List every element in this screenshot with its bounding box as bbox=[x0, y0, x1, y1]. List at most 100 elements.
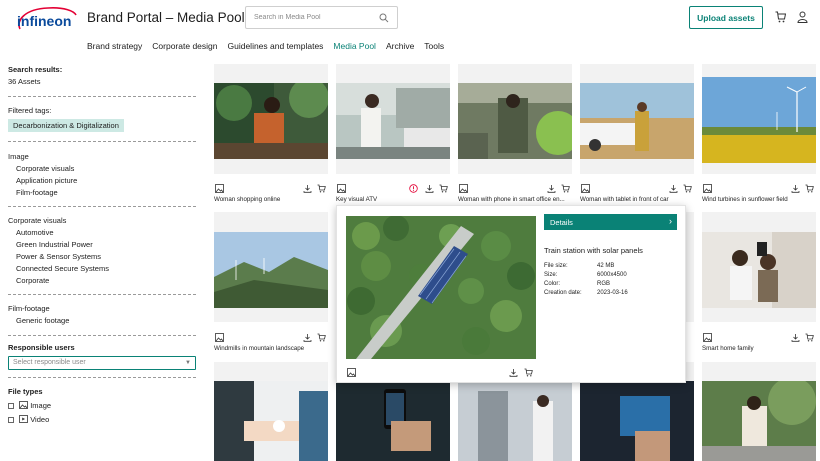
details-button[interactable]: Details › bbox=[544, 214, 677, 230]
search-box[interactable] bbox=[245, 6, 398, 29]
asset-caption: Smart home family bbox=[702, 345, 754, 352]
cart-icon[interactable] bbox=[317, 333, 326, 342]
cart-icon[interactable] bbox=[805, 184, 814, 193]
download-icon[interactable] bbox=[509, 368, 518, 377]
asset-caption: Woman with tablet in front of car bbox=[580, 196, 669, 203]
responsible-user-placeholder: Select responsible user bbox=[13, 359, 86, 366]
asset-thumbnail[interactable] bbox=[580, 381, 694, 461]
nav-corporate-design[interactable]: Corporate design bbox=[152, 41, 217, 51]
filter-connected-secure-systems[interactable]: Connected Secure Systems bbox=[16, 264, 109, 273]
active-tag[interactable]: Decarbonization & Digitalization bbox=[8, 119, 124, 132]
warning-icon[interactable] bbox=[409, 184, 418, 193]
asset-thumbnail[interactable] bbox=[458, 83, 572, 159]
image-icon bbox=[19, 401, 28, 409]
nav-tools[interactable]: Tools bbox=[424, 41, 444, 51]
asset-title: Train station with solar panels bbox=[544, 246, 643, 255]
filter-corporate-visuals[interactable]: Corporate visuals bbox=[16, 164, 74, 173]
filter-image-heading[interactable]: Image bbox=[8, 152, 29, 161]
meta-value: 2023-03-16 bbox=[597, 290, 628, 296]
asset-thumbnail[interactable] bbox=[214, 381, 328, 461]
meta-value: 42 MB bbox=[597, 263, 615, 269]
nav-brand-strategy[interactable]: Brand strategy bbox=[87, 41, 142, 51]
asset-preview-image[interactable] bbox=[346, 216, 536, 359]
main-nav: Brand strategy Corporate design Guidelin… bbox=[87, 41, 454, 51]
cart-icon[interactable] bbox=[805, 333, 814, 342]
cart-icon[interactable] bbox=[317, 184, 326, 193]
asset-caption: Key visual ATV bbox=[336, 196, 378, 203]
upload-assets-button[interactable]: Upload assets bbox=[689, 6, 763, 29]
details-label: Details bbox=[550, 217, 573, 227]
image-icon bbox=[703, 333, 712, 342]
assets-count: 36 Assets bbox=[8, 77, 41, 86]
cart-icon[interactable] bbox=[775, 11, 786, 23]
video-icon bbox=[19, 415, 28, 423]
file-type-video-label: Video bbox=[30, 415, 50, 424]
responsible-user-select[interactable]: Select responsible user ▼ bbox=[8, 356, 196, 370]
image-icon bbox=[581, 184, 590, 193]
filter-green-industrial-power[interactable]: Green Industrial Power bbox=[16, 240, 93, 249]
page-title: Brand Portal – Media Pool bbox=[87, 10, 245, 25]
image-checkbox[interactable] bbox=[8, 403, 14, 409]
filter-corporate[interactable]: Corporate bbox=[16, 276, 49, 285]
video-checkbox[interactable] bbox=[8, 417, 14, 423]
asset-thumbnail[interactable] bbox=[702, 381, 816, 461]
image-icon bbox=[459, 184, 468, 193]
download-icon[interactable] bbox=[547, 184, 556, 193]
cart-icon[interactable] bbox=[524, 368, 533, 377]
image-icon bbox=[703, 184, 712, 193]
asset-thumbnail[interactable] bbox=[214, 83, 328, 159]
search-icon[interactable] bbox=[379, 13, 389, 23]
file-type-image[interactable]: Image bbox=[8, 401, 51, 410]
image-icon bbox=[337, 184, 346, 193]
file-type-image-label: Image bbox=[30, 401, 52, 410]
filter-automotive[interactable]: Automotive bbox=[16, 228, 54, 237]
asset-thumbnail[interactable] bbox=[458, 381, 572, 461]
image-icon bbox=[347, 368, 356, 377]
asset-caption: Wind turbines in sunflower field bbox=[702, 196, 788, 203]
file-types-label: File types bbox=[8, 387, 43, 396]
asset-thumbnail[interactable] bbox=[580, 83, 694, 159]
infineon-logo[interactable]: infineon bbox=[14, 5, 78, 33]
filter-power-sensor-systems[interactable]: Power & Sensor Systems bbox=[16, 252, 101, 261]
logo-wordmark: infineon bbox=[17, 13, 71, 29]
meta-value: 6000x4500 bbox=[597, 272, 627, 278]
search-input[interactable] bbox=[254, 14, 372, 21]
asset-thumbnail[interactable] bbox=[214, 232, 328, 308]
asset-caption: Windmills in mountain landscape bbox=[214, 345, 305, 352]
filter-application-picture[interactable]: Application picture bbox=[16, 176, 77, 185]
file-type-video[interactable]: Video bbox=[8, 415, 49, 424]
filtered-tags-label: Filtered tags: bbox=[8, 106, 52, 115]
asset-thumbnail[interactable] bbox=[336, 381, 450, 461]
search-results-label: Search results: bbox=[8, 65, 63, 74]
cart-icon[interactable] bbox=[683, 184, 692, 193]
download-icon[interactable] bbox=[791, 333, 800, 342]
cart-icon[interactable] bbox=[439, 184, 448, 193]
meta-value: RGB bbox=[597, 281, 611, 287]
chevron-down-icon: ▼ bbox=[185, 360, 191, 366]
chevron-right-icon: › bbox=[669, 216, 672, 226]
download-icon[interactable] bbox=[303, 333, 312, 342]
asset-caption: Woman with phone in smart office en... bbox=[458, 196, 565, 203]
filter-film-footage[interactable]: Film-footage bbox=[16, 188, 58, 197]
nav-archive[interactable]: Archive bbox=[386, 41, 414, 51]
filter-generic-footage[interactable]: Generic footage bbox=[16, 316, 69, 325]
image-icon bbox=[215, 184, 224, 193]
responsible-users-label: Responsible users bbox=[8, 343, 75, 352]
image-icon bbox=[215, 333, 224, 342]
download-icon[interactable] bbox=[425, 184, 434, 193]
download-icon[interactable] bbox=[791, 184, 800, 193]
asset-caption: Woman shopping online bbox=[214, 196, 281, 203]
nav-media-pool[interactable]: Media Pool bbox=[333, 41, 376, 51]
download-icon[interactable] bbox=[303, 184, 312, 193]
asset-thumbnail[interactable] bbox=[702, 232, 816, 308]
asset-thumbnail[interactable] bbox=[336, 83, 450, 159]
download-icon[interactable] bbox=[669, 184, 678, 193]
nav-guidelines-templates[interactable]: Guidelines and templates bbox=[228, 41, 324, 51]
user-icon[interactable] bbox=[797, 11, 808, 23]
filter-film-footage-heading[interactable]: Film-footage bbox=[8, 304, 50, 313]
cart-icon[interactable] bbox=[561, 184, 570, 193]
asset-detail-popover: Details › Train station with solar panel… bbox=[336, 205, 686, 383]
asset-thumbnail[interactable] bbox=[702, 77, 816, 163]
meta-key: Size: bbox=[544, 272, 558, 278]
filter-corporate-visuals-heading[interactable]: Corporate visuals bbox=[8, 216, 66, 225]
